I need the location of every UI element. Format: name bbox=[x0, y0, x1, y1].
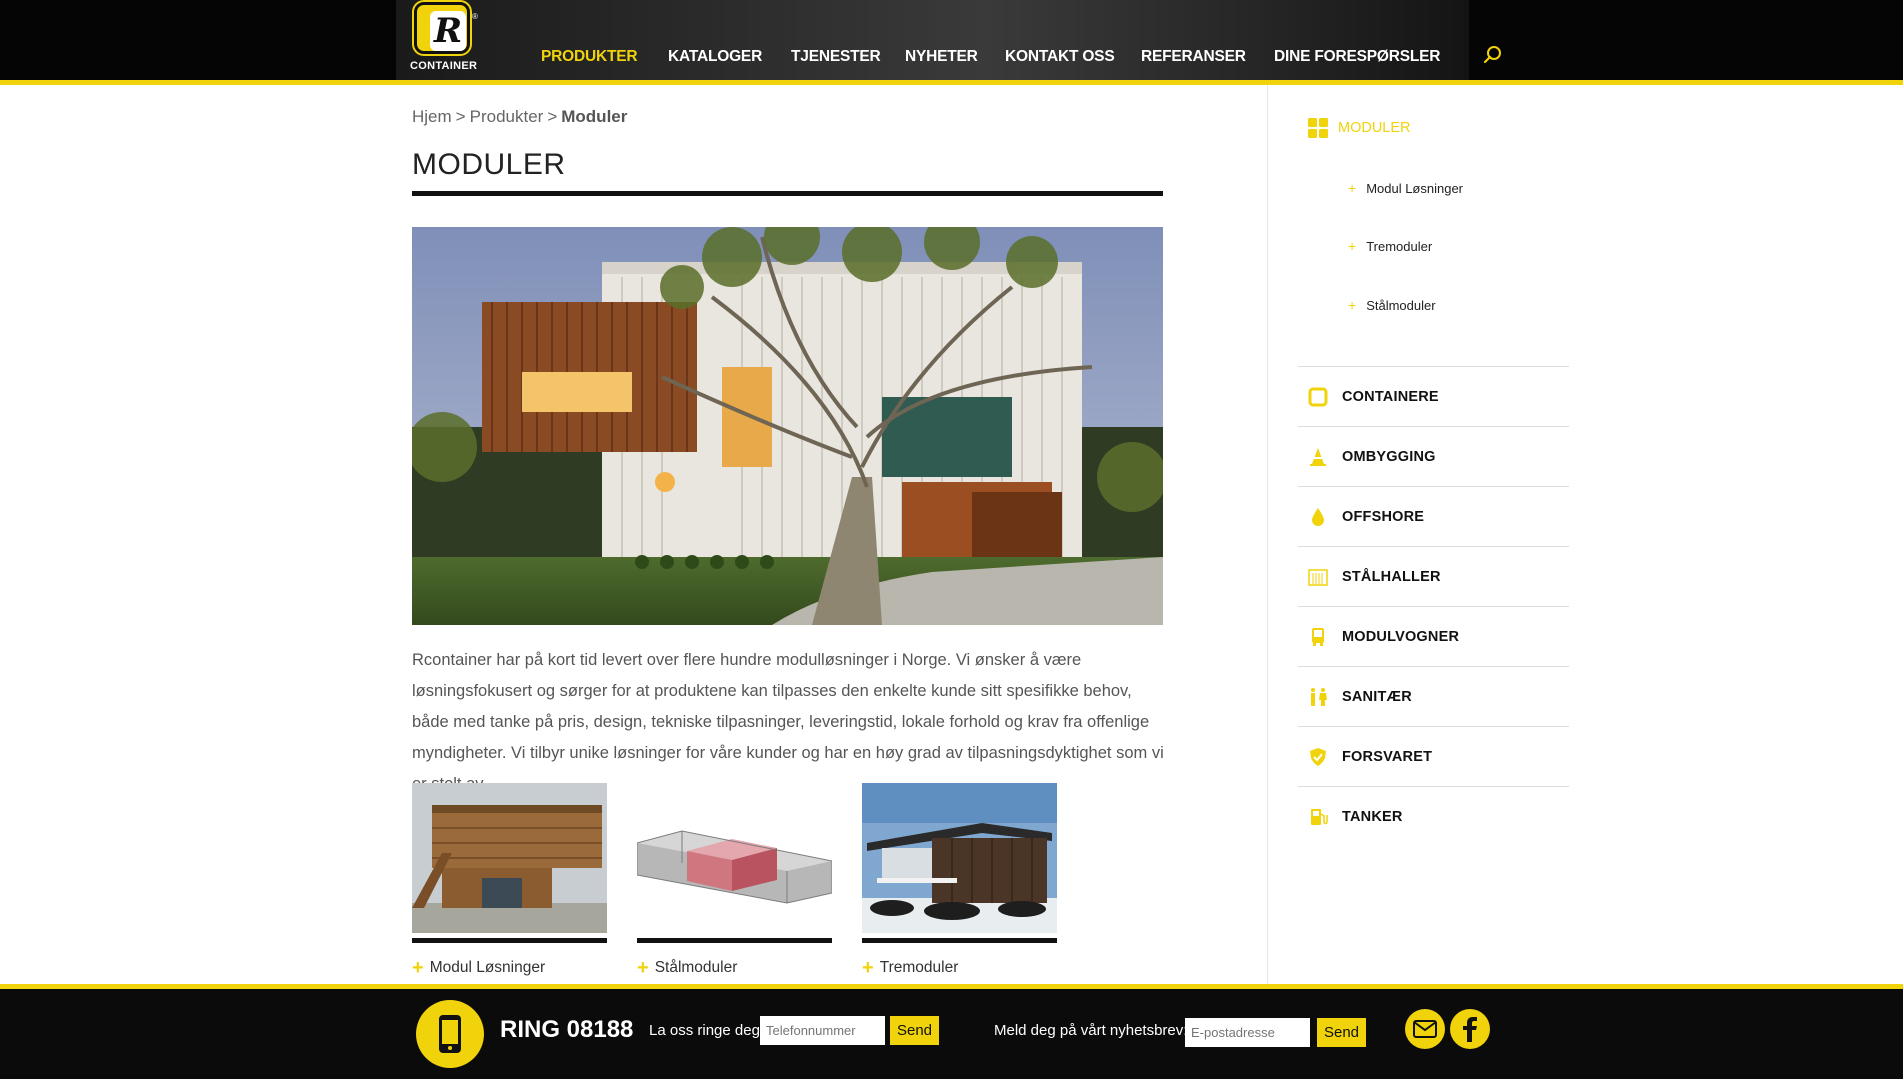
logo-registered-mark: ® bbox=[472, 12, 478, 21]
drop-icon bbox=[1312, 507, 1324, 526]
thumb-image bbox=[862, 783, 1057, 933]
thumb-underline bbox=[637, 938, 832, 943]
thumb-label-text: Tremoduler bbox=[879, 959, 959, 976]
page-title: MODULER bbox=[412, 148, 566, 181]
wagon-icon bbox=[1312, 627, 1324, 646]
sidebar-item-label: STÅLHALLER bbox=[1342, 568, 1441, 585]
send-newsletter-button[interactable]: Send bbox=[1317, 1018, 1366, 1047]
plus-icon: + bbox=[1348, 180, 1357, 196]
sidebar-item-containere[interactable]: CONTAINERE bbox=[1298, 366, 1569, 426]
sidebar-item-label: OMBYGGING bbox=[1342, 448, 1436, 465]
site-header bbox=[0, 0, 1903, 80]
sidebar-sub-label: Tremoduler bbox=[1366, 239, 1433, 254]
thumb-label-text: Modul Løsninger bbox=[429, 959, 546, 976]
sidebar-sub-tremoduler[interactable]: + Tremoduler bbox=[1348, 238, 1432, 254]
sidebar-item-sanitaer[interactable]: SANITÆR bbox=[1298, 666, 1569, 726]
thumb-underline bbox=[412, 938, 607, 943]
breadcrumb: Hjem > Produkter > Moduler bbox=[412, 107, 627, 127]
sidebar-item-label: OFFSHORE bbox=[1342, 508, 1425, 525]
sidebar-item-label: CONTAINERE bbox=[1342, 388, 1439, 405]
sidebar-item-offshore[interactable]: OFFSHORE bbox=[1298, 486, 1569, 546]
grid-icon bbox=[1308, 118, 1328, 138]
sidebar-item-forsvaret[interactable]: FORSVARET bbox=[1298, 726, 1569, 786]
nav-item-kataloger[interactable]: KATALOGER bbox=[668, 48, 762, 66]
thumb-image bbox=[636, 783, 833, 933]
plus-icon: + bbox=[1348, 297, 1357, 313]
intro-paragraph: Rcontainer har på kort tid levert over f… bbox=[412, 651, 1164, 793]
callback-label: La oss ringe deg: bbox=[649, 1022, 765, 1039]
plus-icon: + bbox=[637, 957, 649, 979]
plus-icon: + bbox=[1348, 238, 1357, 254]
restroom-icon bbox=[1311, 687, 1327, 706]
nav-item-tjenester[interactable]: TJENESTER bbox=[791, 48, 881, 66]
sidebar-item-label: TANKER bbox=[1342, 808, 1403, 825]
search-icon[interactable] bbox=[1482, 44, 1504, 66]
call-number[interactable]: RING 08188 bbox=[500, 1016, 633, 1044]
sidebar-item-moduler[interactable]: MODULER bbox=[1308, 118, 1411, 138]
logo-text: CONTAINER bbox=[410, 60, 478, 72]
breadcrumb-current: Moduler bbox=[561, 107, 628, 126]
thumb-image bbox=[412, 783, 607, 933]
sidebar-item-tanker[interactable]: TANKER bbox=[1298, 786, 1569, 846]
phone-input[interactable] bbox=[760, 1016, 885, 1045]
email-icon[interactable] bbox=[1405, 1009, 1445, 1049]
sidebar-item-modulvogner[interactable]: MODULVOGNER bbox=[1298, 606, 1569, 666]
nav-item-produkter[interactable]: PRODUKTER bbox=[541, 48, 638, 66]
facebook-icon[interactable] bbox=[1450, 1009, 1490, 1049]
title-underline bbox=[412, 191, 1163, 196]
send-phone-button[interactable]: Send bbox=[890, 1016, 939, 1045]
sidebar-sub-label: Modul Løsninger bbox=[1366, 181, 1464, 196]
thumb-modul-losninger[interactable]: + Modul Løsninger bbox=[412, 783, 607, 980]
header-background bbox=[396, 0, 1469, 80]
thumb-label: + Modul Løsninger bbox=[412, 957, 607, 980]
sidebar-sub-modul-losninger[interactable]: + Modul Løsninger bbox=[1348, 180, 1463, 196]
fuel-icon bbox=[1311, 808, 1328, 825]
email-input[interactable] bbox=[1185, 1018, 1310, 1047]
newsletter-label: Meld deg på vårt nyhetsbrev: bbox=[994, 1022, 1188, 1039]
sidebar-item-stalhaller[interactable]: STÅLHALLER bbox=[1298, 546, 1569, 606]
sidebar-divider bbox=[1267, 85, 1268, 985]
hall-icon bbox=[1308, 568, 1328, 586]
thumb-label: + Tremoduler bbox=[862, 957, 1057, 980]
breadcrumb-separator: > bbox=[547, 107, 558, 126]
sidebar-sub-label: Stålmoduler bbox=[1366, 298, 1436, 313]
site-footer bbox=[0, 989, 1903, 1079]
sidebar-item-label: SANITÆR bbox=[1342, 688, 1412, 705]
nav-item-referanser[interactable]: REFERANSER bbox=[1141, 48, 1246, 66]
cone-icon bbox=[1310, 447, 1326, 466]
breadcrumb-separator: > bbox=[455, 107, 466, 126]
sidebar-item-ombygging[interactable]: OMBYGGING bbox=[1298, 426, 1569, 486]
sidebar-item-label: MODULER bbox=[1338, 120, 1411, 136]
logo-letter: R bbox=[430, 11, 466, 51]
thumb-label-text: Stålmoduler bbox=[654, 959, 738, 976]
sidebar-item-label: FORSVARET bbox=[1342, 748, 1433, 765]
thumb-underline bbox=[862, 938, 1057, 943]
header-accent-line bbox=[0, 80, 1903, 85]
thumb-stalmoduler[interactable]: + Stålmoduler bbox=[636, 783, 833, 980]
logo[interactable]: R ® CONTAINER bbox=[410, 2, 478, 74]
sidebar-sub-stalmoduler[interactable]: + Stålmoduler bbox=[1348, 297, 1436, 313]
plus-icon: + bbox=[412, 957, 424, 979]
breadcrumb-produkter[interactable]: Produkter bbox=[470, 107, 544, 126]
logo-badge: R bbox=[414, 2, 470, 54]
shield-icon bbox=[1310, 747, 1326, 766]
phone-icon[interactable] bbox=[416, 1000, 484, 1068]
plus-icon: + bbox=[862, 957, 874, 979]
sidebar-item-label: MODULVOGNER bbox=[1342, 628, 1460, 645]
nav-item-dine-foresporsler[interactable]: DINE FORESPØRSLER bbox=[1274, 48, 1440, 66]
nav-item-kontakt-oss[interactable]: KONTAKT OSS bbox=[1005, 48, 1115, 66]
breadcrumb-home[interactable]: Hjem bbox=[412, 107, 452, 126]
hero-image bbox=[412, 227, 1163, 625]
thumb-label: + Stålmoduler bbox=[637, 957, 832, 980]
nav-item-nyheter[interactable]: NYHETER bbox=[905, 48, 978, 66]
thumb-tremoduler[interactable]: + Tremoduler bbox=[862, 783, 1057, 980]
container-icon bbox=[1308, 387, 1328, 406]
